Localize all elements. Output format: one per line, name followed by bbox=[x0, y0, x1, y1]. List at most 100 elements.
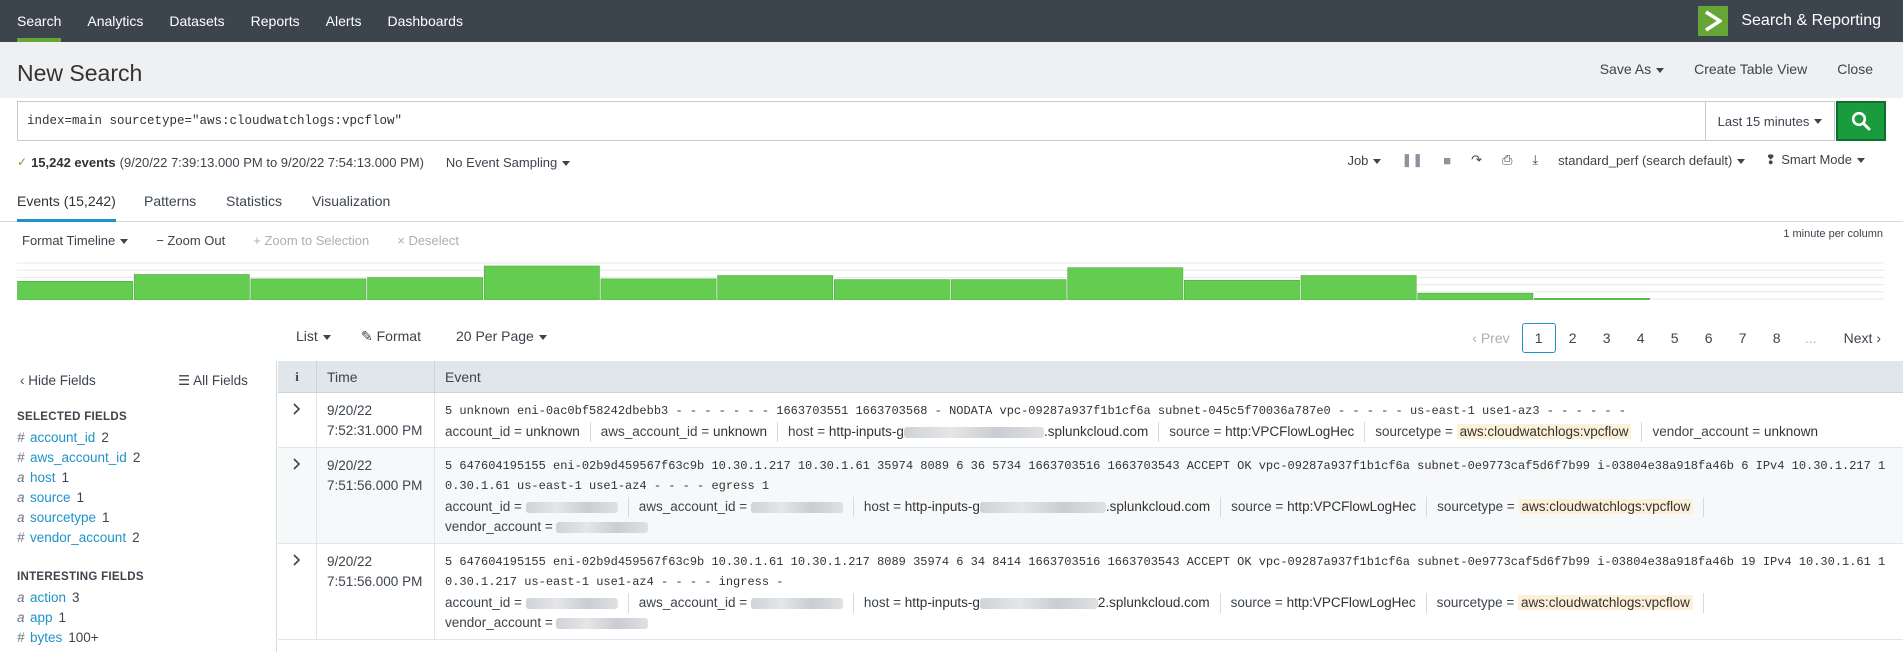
nav-alerts[interactable]: Alerts bbox=[313, 0, 375, 42]
timeline-bar[interactable] bbox=[1184, 279, 1300, 300]
kv-host[interactable]: host = http-inputs-g 2.splunkcloud.com bbox=[864, 593, 1221, 613]
expand-row-button[interactable] bbox=[278, 544, 316, 639]
field-sourcetype[interactable]: a sourcetype 1 bbox=[17, 510, 110, 525]
raw-event[interactable]: 5 unknown eni-0ac0bf58242dbebb3 - - - - … bbox=[445, 401, 1893, 421]
kv-host[interactable]: host = http-inputs-g .splunkcloud.com bbox=[864, 497, 1222, 517]
field-account-id[interactable]: # account_id 2 bbox=[17, 430, 109, 445]
hide-fields-button[interactable]: ‹ Hide Fields bbox=[20, 373, 96, 388]
page-1-button[interactable]: 1 bbox=[1521, 323, 1556, 353]
format-button[interactable]: ✎ Format bbox=[361, 328, 421, 345]
timeline-bar[interactable] bbox=[483, 265, 600, 300]
kv-account-id[interactable]: account_id = bbox=[445, 593, 629, 613]
timeline-bar[interactable] bbox=[133, 274, 250, 301]
nav-analytics[interactable]: Analytics bbox=[74, 0, 156, 42]
raw-event[interactable]: 5 647604195155 eni-02b9d459567f63c9b 10.… bbox=[445, 552, 1893, 592]
field-bytes[interactable]: # bytes 100+ bbox=[17, 630, 99, 645]
timeline-bar[interactable] bbox=[250, 278, 367, 300]
kv-account-id[interactable]: account_id = unknown bbox=[445, 422, 591, 442]
kv-account-id[interactable]: account_id = bbox=[445, 497, 629, 517]
timeline-bar[interactable] bbox=[1067, 267, 1184, 300]
time-column-header[interactable]: Time bbox=[316, 361, 434, 393]
search-button[interactable] bbox=[1836, 101, 1886, 141]
page-4-button[interactable]: 4 bbox=[1624, 330, 1658, 346]
timeline-bar[interactable] bbox=[1534, 297, 1650, 300]
page-8-button[interactable]: 8 bbox=[1760, 330, 1794, 346]
event-column-header[interactable]: Event bbox=[434, 361, 1903, 393]
stop-icon[interactable]: ■ bbox=[1443, 153, 1451, 168]
close-button[interactable]: Close bbox=[1837, 61, 1873, 77]
kv-sourcetype[interactable]: sourcetype = aws:cloudwatchlogs:vpcflow bbox=[1437, 497, 1705, 517]
perf-dropdown[interactable]: standard_perf (search default) bbox=[1558, 153, 1746, 168]
kv-host[interactable]: host = http-inputs-g .splunkcloud.com bbox=[788, 422, 1160, 442]
kv-vendor-account[interactable]: vendor_account = bbox=[445, 517, 658, 537]
app-brand[interactable]: Search & Reporting bbox=[1698, 0, 1903, 42]
timeline-chart[interactable] bbox=[17, 262, 1884, 300]
page-5-button[interactable]: 5 bbox=[1658, 330, 1692, 346]
all-fields-button[interactable]: ☰ All Fields bbox=[178, 373, 248, 389]
event-sampling-dropdown[interactable]: No Event Sampling bbox=[446, 155, 571, 170]
field-source[interactable]: a source 1 bbox=[17, 490, 84, 505]
kv-sourcetype[interactable]: sourcetype = aws:cloudwatchlogs:vpcflow bbox=[1437, 593, 1704, 613]
tab-patterns[interactable]: Patterns bbox=[144, 193, 196, 209]
field-type: # bbox=[17, 450, 25, 465]
list-controls: List ✎ Format 20 Per Page ‹ Prev 1 2 3 4… bbox=[0, 323, 1903, 353]
timeline-bar[interactable] bbox=[717, 275, 834, 300]
field-aws-account-id[interactable]: # aws_account_id 2 bbox=[17, 450, 140, 465]
kv-source[interactable]: source = http:VPCFlowLogHec bbox=[1169, 422, 1366, 442]
kv-source[interactable]: source = http:VPCFlowLogHec bbox=[1231, 593, 1427, 613]
nav-datasets[interactable]: Datasets bbox=[156, 0, 237, 42]
list-view-dropdown[interactable]: List bbox=[296, 328, 331, 344]
field-app[interactable]: a app 1 bbox=[17, 610, 66, 625]
timeline-bar[interactable] bbox=[367, 277, 484, 300]
field-vendor-account[interactable]: # vendor_account 2 bbox=[17, 530, 140, 545]
field-type: a bbox=[17, 610, 25, 625]
job-menu[interactable]: Job bbox=[1347, 153, 1382, 168]
timeline-bar[interactable] bbox=[600, 278, 717, 300]
zoom-out-button[interactable]: − Zoom Out bbox=[156, 233, 225, 253]
expand-row-button[interactable] bbox=[278, 448, 316, 543]
timeline-bar[interactable] bbox=[950, 279, 1067, 300]
deselect-button[interactable]: × Deselect bbox=[397, 233, 459, 253]
kv-aws-account-id[interactable]: aws_account_id = bbox=[639, 593, 854, 613]
time-range-picker[interactable]: Last 15 minutes bbox=[1705, 101, 1835, 141]
kv-vendor-account[interactable]: vendor_account = bbox=[445, 613, 658, 633]
nav-reports[interactable]: Reports bbox=[238, 0, 313, 42]
print-icon[interactable]: ⎙ bbox=[1502, 152, 1512, 168]
page-2-button[interactable]: 2 bbox=[1556, 330, 1590, 346]
timeline-bar[interactable] bbox=[1417, 292, 1534, 300]
expand-row-button[interactable] bbox=[278, 393, 316, 447]
kv-aws-account-id[interactable]: aws_account_id = bbox=[639, 497, 854, 517]
page-3-button[interactable]: 3 bbox=[1590, 330, 1624, 346]
tab-visualization[interactable]: Visualization bbox=[312, 193, 390, 209]
create-table-view-button[interactable]: Create Table View bbox=[1694, 61, 1807, 77]
raw-event[interactable]: 5 647604195155 eni-02b9d459567f63c9b 10.… bbox=[445, 456, 1893, 496]
page-6-button[interactable]: 6 bbox=[1692, 330, 1726, 346]
save-as-label: Save As bbox=[1599, 61, 1652, 77]
kv-vendor-account[interactable]: vendor_account = unknown bbox=[1652, 422, 1828, 442]
format-timeline-dropdown[interactable]: Format Timeline bbox=[22, 233, 129, 253]
timeline-bar[interactable] bbox=[834, 279, 950, 300]
kv-value: aws:cloudwatchlogs:vpcflow bbox=[1518, 499, 1694, 514]
kv-sourcetype[interactable]: sourcetype = aws:cloudwatchlogs:vpcflow bbox=[1375, 422, 1643, 442]
nav-search[interactable]: Search bbox=[4, 0, 74, 42]
tab-events[interactable]: Events (15,242) bbox=[17, 193, 116, 222]
pause-icon[interactable]: ❚❚ bbox=[1401, 152, 1423, 168]
next-page-button[interactable]: Next › bbox=[1844, 330, 1881, 346]
search-input[interactable]: index=main sourcetype="aws:cloudwatchlog… bbox=[17, 101, 1705, 141]
search-mode-dropdown[interactable]: ❢ Smart Mode bbox=[1765, 152, 1865, 168]
save-as-button[interactable]: Save As bbox=[1599, 61, 1665, 77]
page-7-button[interactable]: 7 bbox=[1726, 330, 1760, 346]
timeline-bar[interactable] bbox=[17, 280, 133, 300]
field-host[interactable]: a host 1 bbox=[17, 470, 69, 485]
field-action[interactable]: a action 3 bbox=[17, 590, 80, 605]
share-icon[interactable]: ↷ bbox=[1471, 152, 1482, 168]
per-page-dropdown[interactable]: 20 Per Page bbox=[456, 328, 547, 344]
kv-source[interactable]: source = http:VPCFlowLogHec bbox=[1231, 497, 1428, 517]
tab-statistics[interactable]: Statistics bbox=[226, 193, 282, 209]
nav-dashboards[interactable]: Dashboards bbox=[374, 0, 476, 42]
kv-aws-account-id[interactable]: aws_account_id = unknown bbox=[601, 422, 778, 442]
export-icon[interactable]: ⤓ bbox=[1532, 152, 1538, 168]
zoom-to-selection-button[interactable]: + Zoom to Selection bbox=[253, 233, 369, 253]
timeline-bar[interactable] bbox=[1300, 275, 1417, 300]
prev-page-button[interactable]: ‹ Prev bbox=[1472, 330, 1509, 346]
